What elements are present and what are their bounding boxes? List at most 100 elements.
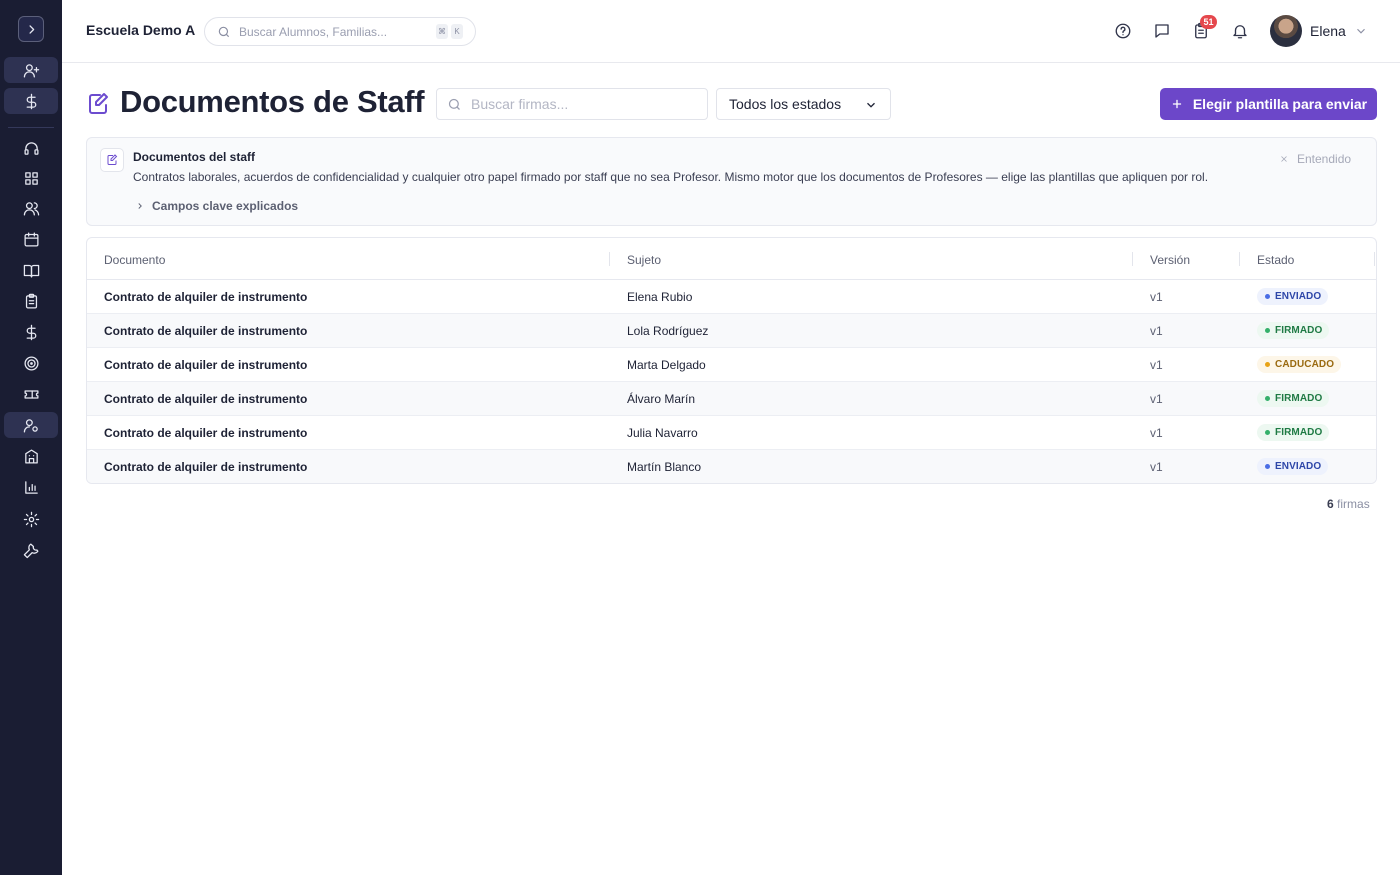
ticket-icon [23, 389, 39, 399]
close-icon [1281, 156, 1287, 162]
topbar: Escuela Demo A Buscar Alumnos, Familias.… [62, 0, 1400, 63]
sidebar-item-courses[interactable] [4, 257, 58, 283]
column-header-subject[interactable]: Sujeto [627, 253, 661, 267]
table-row[interactable]: Contrato de alquiler de instrumento Álva… [87, 382, 1376, 416]
help-icon [1115, 23, 1131, 39]
avatar[interactable] [1270, 15, 1302, 47]
signatures-search-placeholder: Buscar firmas... [471, 96, 569, 112]
sidebar-item-support[interactable] [4, 135, 58, 161]
sidebar-item-facilities[interactable] [4, 443, 58, 469]
plus-icon [1172, 99, 1181, 109]
info-dismiss-label: Entendido [1297, 152, 1352, 166]
sidebar-expand-button[interactable] [18, 16, 44, 42]
dollar-icon [26, 324, 36, 340]
info-expand-toggle[interactable]: Campos clave explicados [135, 199, 298, 213]
signature-count-value: 6 [1327, 497, 1334, 511]
column-divider[interactable] [1132, 252, 1133, 266]
status-dot [1265, 430, 1270, 435]
global-search-input[interactable]: Buscar Alumnos, Familias... ⌘ K [204, 17, 476, 46]
column-divider[interactable] [1239, 252, 1240, 266]
sidebar-item-settings[interactable] [4, 506, 58, 532]
user-plus-icon [23, 63, 39, 78]
signatures-search-input[interactable]: Buscar firmas... [436, 88, 708, 120]
sidebar-item-staff[interactable] [4, 412, 58, 438]
user-settings-icon [23, 418, 38, 433]
table-row[interactable]: Contrato de alquiler de instrumento Lola… [87, 314, 1376, 348]
row-document: Contrato de alquiler de instrumento [104, 358, 308, 372]
row-version: v1 [1150, 426, 1163, 440]
column-header-status[interactable]: Estado [1257, 253, 1294, 267]
row-document: Contrato de alquiler de instrumento [104, 290, 308, 304]
wrench-icon [23, 542, 39, 558]
target-icon [23, 355, 39, 371]
chevron-down-icon [1357, 28, 1365, 34]
status-label: FIRMADO [1275, 325, 1323, 336]
status-dot [1265, 294, 1270, 299]
row-document: Contrato de alquiler de instrumento [104, 324, 308, 338]
tasks-count-badge: 51 [1200, 15, 1217, 29]
status-badge: CADUCADO [1257, 356, 1342, 373]
info-title: Documentos del staff [133, 150, 256, 164]
user-name[interactable]: Elena [1310, 23, 1346, 39]
table-row[interactable]: Contrato de alquiler de instrumento Elen… [87, 280, 1376, 314]
status-label: ENVIADO [1275, 461, 1322, 472]
choose-template-label: Elegir plantilla para enviar [1192, 96, 1368, 112]
document-edit-icon [100, 148, 124, 172]
status-label: FIRMADO [1275, 393, 1323, 404]
choose-template-button[interactable]: Elegir plantilla para enviar [1160, 88, 1377, 120]
sidebar-item-tickets[interactable] [4, 381, 58, 407]
sidebar-item-billing[interactable] [4, 319, 58, 345]
row-version: v1 [1150, 460, 1163, 474]
school-name[interactable]: Escuela Demo A [86, 22, 195, 38]
row-subject: Lola Rodríguez [627, 324, 709, 338]
shortcut-key-k: K [451, 24, 463, 39]
page-title: Documentos de Staff [120, 84, 425, 119]
sidebar-item-goals[interactable] [4, 350, 58, 376]
status-badge: FIRMADO [1257, 390, 1330, 407]
sidebar-item-calendar[interactable] [4, 226, 58, 252]
column-divider[interactable] [1374, 252, 1375, 266]
table-row[interactable]: Contrato de alquiler de instrumento Mart… [87, 450, 1376, 483]
info-description: Contratos laborales, acuerdos de confide… [133, 170, 1209, 184]
row-version: v1 [1150, 324, 1163, 338]
sidebar-item-reports[interactable] [4, 474, 58, 500]
search-icon [448, 98, 460, 110]
help-button[interactable] [1113, 21, 1133, 41]
clipboard-icon [25, 293, 37, 309]
messages-button[interactable] [1152, 21, 1172, 41]
row-document: Contrato de alquiler de instrumento [104, 392, 308, 406]
info-dismiss-button[interactable]: Entendido [1279, 152, 1351, 166]
sidebar-item-dashboard[interactable] [4, 165, 58, 191]
column-divider[interactable] [609, 252, 610, 266]
row-document: Contrato de alquiler de instrumento [104, 426, 308, 440]
status-dot [1265, 396, 1270, 401]
info-expand-label: Campos clave explicados [152, 199, 299, 213]
signature-count: 6 firmas [1327, 497, 1370, 511]
notifications-button[interactable] [1230, 21, 1250, 41]
building-icon [24, 448, 38, 464]
sidebar-divider [8, 127, 54, 128]
row-version: v1 [1150, 290, 1163, 304]
user-menu-chevron[interactable] [1354, 24, 1368, 43]
column-header-document[interactable]: Documento [104, 253, 165, 267]
row-version: v1 [1150, 358, 1163, 372]
calendar-icon [23, 231, 39, 247]
table-row[interactable]: Contrato de alquiler de instrumento Mart… [87, 348, 1376, 382]
column-header-version[interactable]: Versión [1150, 253, 1190, 267]
users-icon [23, 201, 39, 216]
bell-icon [1233, 25, 1247, 39]
sidebar-item-tasks[interactable] [4, 288, 58, 314]
status-filter-select[interactable]: Todos los estados [716, 88, 891, 120]
row-version: v1 [1150, 392, 1163, 406]
sidebar-item-add-student[interactable] [4, 57, 58, 83]
book-icon [23, 264, 39, 278]
dashboard-icon [24, 171, 38, 185]
row-subject: Elena Rubio [627, 290, 693, 304]
table-row[interactable]: Contrato de alquiler de instrumento Juli… [87, 416, 1376, 450]
status-dot [1265, 328, 1270, 333]
sidebar-item-payments[interactable] [4, 88, 58, 114]
status-dot [1265, 464, 1270, 469]
sidebar-item-students[interactable] [4, 195, 58, 221]
row-subject: Julia Navarro [627, 426, 698, 440]
sidebar-item-tools[interactable] [4, 537, 58, 563]
